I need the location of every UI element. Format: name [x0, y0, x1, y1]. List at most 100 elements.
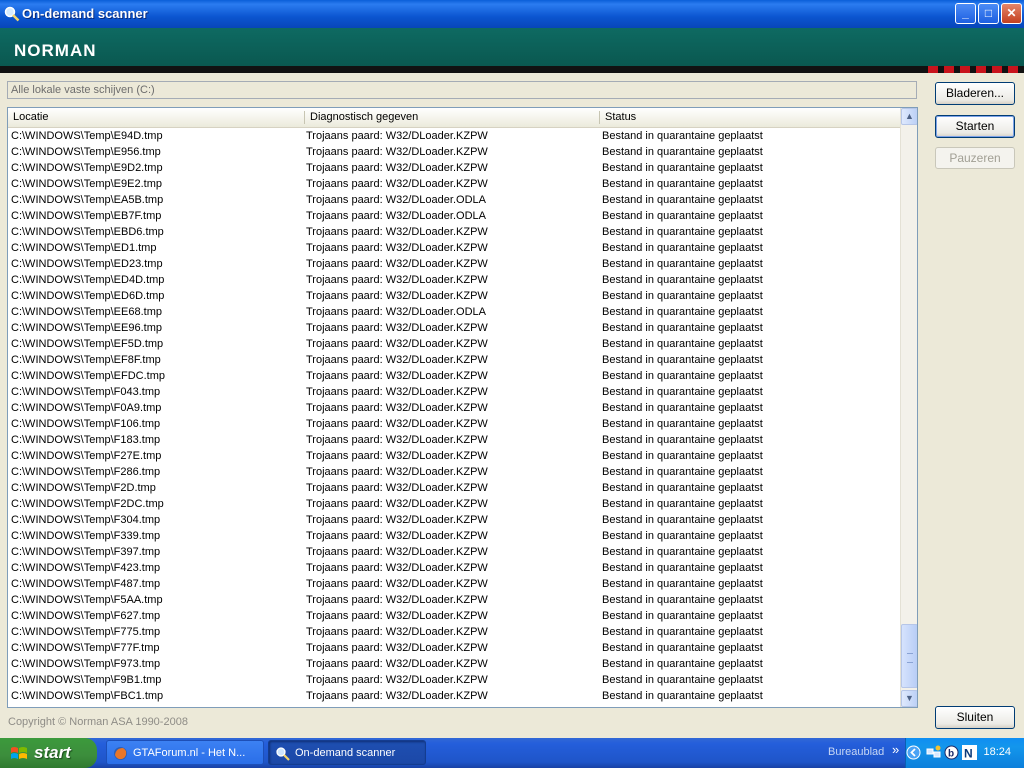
firefox-icon [114, 747, 127, 760]
column-header-diagnostic[interactable]: Diagnostisch gegeven [305, 108, 599, 127]
table-row[interactable]: C:\WINDOWS\Temp\ED23.tmp Trojaans paard: … [8, 256, 900, 272]
row-location: C:\WINDOWS\Temp\EA5B.tmp [11, 194, 164, 206]
maximize-button[interactable]: □ [978, 3, 999, 24]
row-status: Bestand in quarantaine geplaatst [602, 178, 763, 190]
clock[interactable]: 18:24 [983, 746, 1011, 758]
row-status: Bestand in quarantaine geplaatst [602, 354, 763, 366]
scroll-down-button[interactable]: ▼ [901, 690, 917, 707]
row-diagnostic: Trojaans paard: W32/DLoader.KZPW [306, 450, 488, 462]
table-row[interactable]: C:\WINDOWS\Temp\EE68.tmp Trojaans paard: … [8, 304, 900, 320]
row-location: C:\WINDOWS\Temp\F304.tmp [11, 514, 161, 526]
table-row[interactable]: C:\WINDOWS\Temp\EF8F.tmp Trojaans paard: … [8, 352, 900, 368]
grip-icon [907, 653, 913, 663]
row-location: C:\WINDOWS\Temp\F627.tmp [11, 610, 161, 622]
row-location: C:\WINDOWS\Temp\ED4D.tmp [11, 274, 165, 286]
table-row[interactable]: C:\WINDOWS\Temp\F183.tmp Trojaans paard: … [8, 432, 900, 448]
table-row[interactable]: C:\WINDOWS\Temp\EF5D.tmp Trojaans paard: … [8, 336, 900, 352]
norman-n-icon[interactable]: N [962, 745, 977, 760]
row-location: C:\WINDOWS\Temp\EF5D.tmp [11, 338, 164, 350]
table-row[interactable]: C:\WINDOWS\Temp\E94D.tmp Trojaans paard: … [8, 128, 900, 144]
table-row[interactable]: C:\WINDOWS\Temp\E9D2.tmp Trojaans paard: … [8, 160, 900, 176]
table-row[interactable]: C:\WINDOWS\Temp\EA5B.tmp Trojaans paard: … [8, 192, 900, 208]
table-row[interactable]: C:\WINDOWS\Temp\F9B1.tmp Trojaans paard: … [8, 672, 900, 688]
desktop-toolbar-label[interactable]: Bureaublad [828, 746, 884, 758]
close-window-button[interactable]: ✕ [1001, 3, 1022, 24]
table-row[interactable]: C:\WINDOWS\Temp\F0A9.tmp Trojaans paard: … [8, 400, 900, 416]
results-list[interactable]: Locatie Diagnostisch gegeven Status C:\W… [7, 107, 918, 708]
close-button[interactable]: Sluiten [935, 706, 1015, 729]
table-row[interactable]: C:\WINDOWS\Temp\F775.tmp Trojaans paard: … [8, 624, 900, 640]
table-row[interactable]: C:\WINDOWS\Temp\EB7F.tmp Trojaans paard: … [8, 208, 900, 224]
table-row[interactable]: C:\WINDOWS\Temp\F77F.tmp Trojaans paard: … [8, 640, 900, 656]
start-scan-button[interactable]: Starten [935, 115, 1015, 138]
table-row[interactable]: C:\WINDOWS\Temp\F973.tmp Trojaans paard: … [8, 656, 900, 672]
list-header: Locatie Diagnostisch gegeven Status [8, 108, 900, 128]
table-row[interactable]: C:\WINDOWS\Temp\E956.tmp Trojaans paard: … [8, 144, 900, 160]
scan-target-field[interactable]: Alle lokale vaste schijven (C:) [7, 81, 917, 99]
row-status: Bestand in quarantaine geplaatst [602, 338, 763, 350]
row-diagnostic: Trojaans paard: W32/DLoader.KZPW [306, 354, 488, 366]
copyright-text: Copyright © Norman ASA 1990-2008 [8, 716, 188, 728]
row-diagnostic: Trojaans paard: W32/DLoader.KZPW [306, 146, 488, 158]
row-status: Bestand in quarantaine geplaatst [602, 690, 763, 702]
table-row[interactable]: C:\WINDOWS\Temp\F106.tmp Trojaans paard: … [8, 416, 900, 432]
table-row[interactable]: C:\WINDOWS\Temp\F5AA.tmp Trojaans paard: … [8, 592, 900, 608]
table-row[interactable]: C:\WINDOWS\Temp\F397.tmp Trojaans paard: … [8, 544, 900, 560]
table-row[interactable]: C:\WINDOWS\Temp\F286.tmp Trojaans paard: … [8, 464, 900, 480]
table-row[interactable]: C:\WINDOWS\Temp\F627.tmp Trojaans paard: … [8, 608, 900, 624]
table-row[interactable]: C:\WINDOWS\Temp\F304.tmp Trojaans paard: … [8, 512, 900, 528]
table-row[interactable]: C:\WINDOWS\Temp\EE96.tmp Trojaans paard: … [8, 320, 900, 336]
row-status: Bestand in quarantaine geplaatst [602, 226, 763, 238]
table-row[interactable]: C:\WINDOWS\Temp\FBC1.tmp Trojaans paard: … [8, 688, 900, 704]
title-bar[interactable]: On-demand scanner _ □ ✕ [0, 0, 1024, 28]
column-header-location[interactable]: Locatie [8, 108, 304, 127]
table-row[interactable]: C:\WINDOWS\Temp\ED6D.tmp Trojaans paard: … [8, 288, 900, 304]
norman-b-icon[interactable]: b [944, 745, 959, 760]
row-status: Bestand in quarantaine geplaatst [602, 466, 763, 478]
table-row[interactable]: C:\WINDOWS\Temp\F487.tmp Trojaans paard: … [8, 576, 900, 592]
row-location: C:\WINDOWS\Temp\E9D2.tmp [11, 162, 163, 174]
row-diagnostic: Trojaans paard: W32/DLoader.KZPW [306, 418, 488, 430]
table-row[interactable]: C:\WINDOWS\Temp\F27E.tmp Trojaans paard: … [8, 448, 900, 464]
row-diagnostic: Trojaans paard: W32/DLoader.KZPW [306, 514, 488, 526]
row-status: Bestand in quarantaine geplaatst [602, 370, 763, 382]
toolbar-expand-icon[interactable]: » [892, 742, 899, 757]
row-diagnostic: Trojaans paard: W32/DLoader.KZPW [306, 626, 488, 638]
table-row[interactable]: C:\WINDOWS\Temp\F339.tmp Trojaans paard: … [8, 528, 900, 544]
vertical-scrollbar[interactable]: ▲ ▼ [900, 108, 917, 707]
scroll-thumb[interactable] [901, 624, 917, 688]
scanner-icon [276, 747, 290, 761]
start-button[interactable]: start [0, 738, 97, 768]
scroll-up-button[interactable]: ▲ [901, 108, 917, 125]
taskbar-item-gtaforum[interactable]: GTAForum.nl - Het N... [106, 740, 264, 765]
table-row[interactable]: C:\WINDOWS\Temp\F043.tmp Trojaans paard: … [8, 384, 900, 400]
row-diagnostic: Trojaans paard: W32/DLoader.KZPW [306, 370, 488, 382]
table-row[interactable]: C:\WINDOWS\Temp\EBD6.tmp Trojaans paard: … [8, 224, 900, 240]
column-header-status[interactable]: Status [600, 108, 900, 127]
tray-expand-icon[interactable] [906, 745, 921, 760]
row-diagnostic: Trojaans paard: W32/DLoader.KZPW [306, 642, 488, 654]
table-row[interactable]: C:\WINDOWS\Temp\F2DC.tmp Trojaans paard: … [8, 496, 900, 512]
network-icon[interactable] [926, 745, 941, 760]
row-diagnostic: Trojaans paard: W32/DLoader.KZPW [306, 402, 488, 414]
table-row[interactable]: C:\WINDOWS\Temp\ED1.tmp Trojaans paard: W… [8, 240, 900, 256]
table-row[interactable]: C:\WINDOWS\Temp\EFDC.tmp Trojaans paard: … [8, 368, 900, 384]
table-row[interactable]: C:\WINDOWS\Temp\E9E2.tmp Trojaans paard: … [8, 176, 900, 192]
pause-button[interactable]: Pauzeren [935, 147, 1015, 169]
row-diagnostic: Trojaans paard: W32/DLoader.KZPW [306, 290, 488, 302]
row-location: C:\WINDOWS\Temp\FBC1.tmp [11, 690, 164, 702]
start-label: start [34, 743, 71, 762]
windows-logo-icon [11, 747, 27, 759]
browse-button[interactable]: Bladeren... [935, 82, 1015, 105]
table-row[interactable]: C:\WINDOWS\Temp\F2D.tmp Trojaans paard: W… [8, 480, 900, 496]
table-row[interactable]: C:\WINDOWS\Temp\F423.tmp Trojaans paard: … [8, 560, 900, 576]
row-status: Bestand in quarantaine geplaatst [602, 498, 763, 510]
magnifier-icon [4, 6, 20, 22]
row-diagnostic: Trojaans paard: W32/DLoader.ODLA [306, 306, 486, 318]
row-diagnostic: Trojaans paard: W32/DLoader.KZPW [306, 674, 488, 686]
table-row[interactable]: C:\WINDOWS\Temp\ED4D.tmp Trojaans paard: … [8, 272, 900, 288]
taskbar-item-scanner[interactable]: On-demand scanner [268, 740, 426, 765]
row-diagnostic: Trojaans paard: W32/DLoader.KZPW [306, 578, 488, 590]
minimize-button[interactable]: _ [955, 3, 976, 24]
row-diagnostic: Trojaans paard: W32/DLoader.KZPW [306, 274, 488, 286]
